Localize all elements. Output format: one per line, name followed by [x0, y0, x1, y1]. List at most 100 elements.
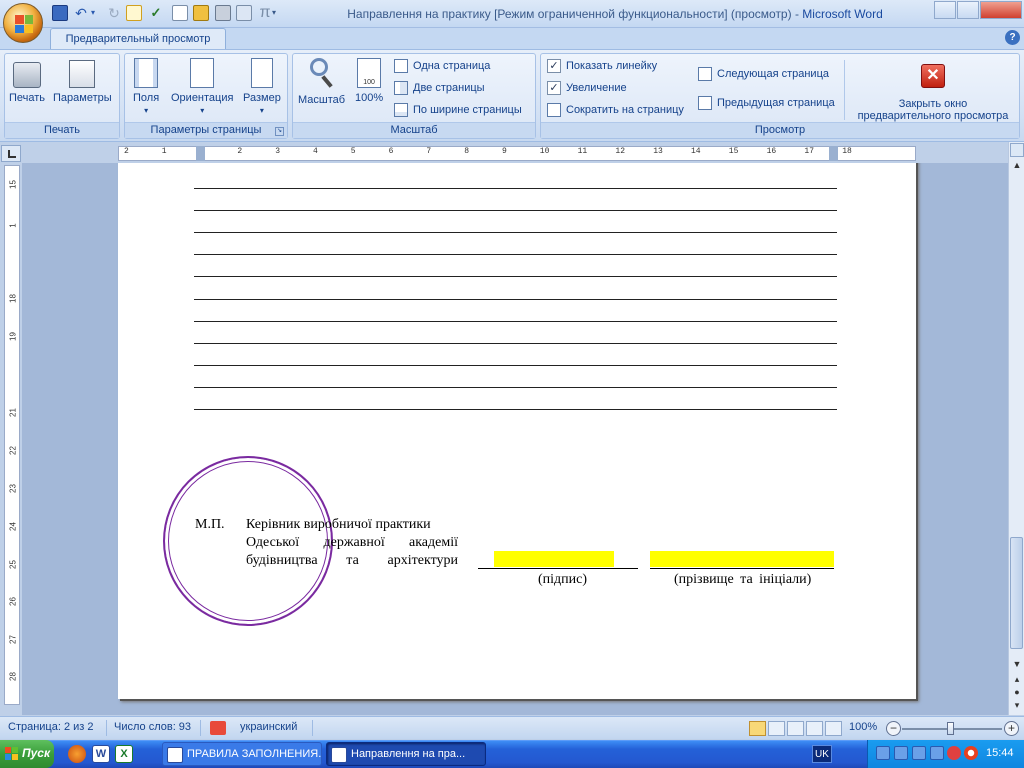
ruler-tick-label: 23	[8, 484, 18, 493]
close-preview-label-2: предварительного просмотра	[857, 110, 1009, 122]
print-layout-view-icon[interactable]	[749, 721, 766, 736]
zoom-button[interactable]: Масштаб	[298, 58, 345, 106]
firefox-icon[interactable]	[68, 745, 86, 763]
zoom-100-button[interactable]: 100 100%	[355, 58, 383, 104]
group-page-setup-label: Параметры страницы	[125, 122, 287, 138]
undo-dropdown-icon[interactable]: ▾	[91, 5, 107, 21]
table-icon[interactable]	[236, 5, 252, 21]
proofing-icon[interactable]	[210, 721, 226, 735]
spelling-icon[interactable]: ✓	[148, 5, 164, 21]
printer-icon	[13, 62, 42, 88]
status-word-count[interactable]: Число слов: 93	[114, 721, 191, 733]
blank-line	[194, 188, 837, 189]
prev-page-button[interactable]: Предыдущая страница	[698, 94, 835, 112]
page-width-button[interactable]: По ширине страницы	[394, 101, 522, 119]
language-indicator[interactable]: UK	[812, 745, 832, 763]
network-icon[interactable]	[930, 746, 944, 760]
horizontal-ruler[interactable]: 21123456789101112131415161718	[118, 146, 916, 161]
excel-icon[interactable]: X	[115, 745, 133, 763]
size-button[interactable]: Размер ▾	[243, 58, 281, 116]
vertical-scrollbar[interactable]: ▲ ▼ ▴ ● ▾	[1008, 142, 1024, 715]
scroll-thumb[interactable]	[1010, 537, 1023, 649]
word-icon[interactable]: W	[92, 745, 110, 763]
two-pages-button[interactable]: Две страницы	[394, 79, 485, 97]
full-screen-reading-icon[interactable]	[768, 721, 785, 736]
ruler-tick-label: 2	[237, 147, 243, 156]
ribbon: Печать Параметры Печать Поля ▾ Ориентация…	[0, 49, 1024, 142]
save-icon[interactable]	[52, 5, 68, 21]
orientation-button[interactable]: Ориентация ▾	[171, 58, 233, 116]
supervisor-line-2: Одеської державної академії	[246, 535, 458, 550]
prev-browse-icon[interactable]: ▴	[1010, 672, 1024, 686]
next-browse-icon[interactable]: ▾	[1010, 698, 1024, 712]
margins-button[interactable]: Поля ▾	[133, 58, 159, 116]
status-page[interactable]: Страница: 2 из 2	[8, 721, 94, 733]
zoom-label: Масштаб	[298, 94, 346, 106]
dialog-launcher-icon[interactable]: ↘	[275, 127, 284, 136]
view-ruler-icon[interactable]	[1010, 143, 1024, 157]
draft-view-icon[interactable]	[825, 721, 842, 736]
redo-icon[interactable]: ↻	[106, 5, 122, 21]
task-rules-doc[interactable]: ПРАВИЛА ЗАПОЛНЕНИЯ...	[162, 742, 322, 766]
network-icon[interactable]	[894, 746, 908, 760]
web-layout-icon[interactable]	[787, 721, 804, 736]
supervisor-line-1: Керівник виробничої практики	[246, 517, 431, 532]
magnifier-checkbox[interactable]: ✓ Увеличение	[547, 79, 627, 97]
start-button[interactable]: Пуск	[0, 740, 54, 768]
close-window-button[interactable]	[980, 1, 1022, 19]
network-icon[interactable]	[876, 746, 890, 760]
scroll-down-icon[interactable]: ▼	[1010, 657, 1024, 671]
maximize-button[interactable]	[957, 1, 979, 19]
vertical-ruler[interactable]: 15 1 18 19 21 22 23 24 25 26 27 28	[4, 165, 20, 705]
one-page-label: Одна страница	[413, 60, 491, 72]
print-qa-icon[interactable]	[215, 5, 231, 21]
ruler-tick-label: 17	[804, 147, 814, 156]
next-page-label: Следующая страница	[717, 68, 829, 80]
one-page-button[interactable]: Одна страница	[394, 57, 490, 75]
undo-icon[interactable]: ↶	[73, 5, 89, 21]
tab-selector-icon[interactable]	[1, 145, 21, 162]
show-ruler-checkbox[interactable]: ✓ Показать линейку	[547, 57, 657, 75]
print-button[interactable]: Печать	[9, 58, 45, 104]
shrink-one-page-button[interactable]: Сократить на страницу	[547, 101, 684, 119]
task-current-doc[interactable]: Направлення на пра...	[326, 742, 486, 766]
office-button[interactable]	[3, 3, 43, 43]
margins-icon	[134, 58, 159, 88]
close-preview-button[interactable]: ✕ Закрыть окно предварительного просмотр…	[851, 58, 1015, 122]
outline-view-icon[interactable]	[806, 721, 823, 736]
ruler-tick-label: 6	[388, 147, 394, 156]
opera-icon[interactable]	[964, 746, 978, 760]
minimize-button[interactable]	[934, 1, 956, 19]
print-params-button[interactable]: Параметры	[53, 58, 112, 104]
start-label: Пуск	[22, 746, 51, 760]
document-page[interactable]: М.П. Керівник виробничої практики Одеськ…	[118, 163, 916, 699]
right-indent-marker[interactable]	[829, 146, 838, 161]
zoom-in-icon[interactable]: +	[1004, 721, 1019, 736]
scroll-up-icon[interactable]: ▲	[1010, 158, 1024, 172]
print-preview-qa-icon[interactable]	[126, 5, 142, 21]
window-title-doc: Направлення на практику [Режим ограничен…	[347, 7, 803, 21]
group-zoom-label: Масштаб	[293, 122, 535, 138]
signature-highlight[interactable]	[494, 551, 614, 567]
blank-line	[194, 387, 837, 388]
name-caption: (прізвище та ініціали)	[674, 572, 812, 587]
new-document-icon[interactable]	[172, 5, 188, 21]
network-icon[interactable]	[912, 746, 926, 760]
next-page-button[interactable]: Следующая страница	[698, 65, 829, 83]
browse-object-icon[interactable]: ●	[1010, 685, 1024, 699]
ruler-tick-label: 9	[502, 147, 507, 156]
status-zoom[interactable]: 100%	[849, 721, 877, 733]
help-icon[interactable]: ?	[1005, 30, 1020, 45]
open-icon[interactable]	[193, 5, 209, 21]
customize-qa-icon[interactable]: ▾	[272, 5, 288, 21]
zoom-slider-knob[interactable]	[947, 722, 954, 735]
left-indent-marker[interactable]	[196, 146, 205, 161]
status-language[interactable]: украинский	[240, 721, 297, 733]
next-page-icon	[698, 67, 712, 81]
zoom-out-icon[interactable]: −	[886, 721, 901, 736]
equation-icon[interactable]: π	[257, 5, 273, 21]
name-highlight[interactable]	[650, 551, 834, 567]
show-ruler-label: Показать линейку	[566, 60, 658, 72]
tab-print-preview[interactable]: Предварительный просмотр	[50, 28, 226, 50]
security-alert-icon[interactable]	[947, 746, 961, 760]
